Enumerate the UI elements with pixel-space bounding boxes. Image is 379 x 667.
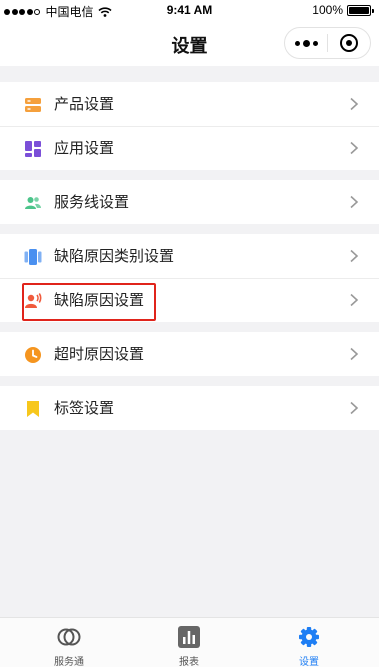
settings-item-label: 应用设置 [54,140,115,157]
clock-icon [25,347,41,363]
tab-label: 设置 [299,657,319,667]
bookmark-icon [27,401,39,417]
chevron-right-icon [350,97,359,111]
chevron-right-icon [350,141,359,155]
close-button[interactable] [328,28,370,58]
mini-program-capsule [284,27,371,59]
settings-item-label: 超时原因设置 [54,346,145,363]
chevron-right-icon [350,401,359,415]
settings-item-label: 服务线设置 [54,194,130,211]
settings-group-timeout: 超时原因设置 [0,332,379,376]
settings-item-timeout-reason[interactable]: 超时原因设置 [0,332,379,376]
chevron-right-icon [350,249,359,263]
settings-group-product: 产品设置 应用设置 [0,82,379,170]
battery-percent: 100% [312,3,343,17]
category-icon [24,249,42,265]
settings-group-tag: 标签设置 [0,386,379,430]
settings-item-tag[interactable]: 标签设置 [0,386,379,430]
tab-label: 报表 [179,657,199,667]
tab-settings[interactable]: 设置 [246,618,372,667]
tab-service[interactable]: 服务通 [6,618,132,667]
highlight-box [22,283,156,321]
product-icon [25,98,41,112]
tab-label: 服务通 [54,657,84,667]
status-bar: 中国电信 9:41 AM 100% [0,0,379,20]
settings-item-product[interactable]: 产品设置 [0,82,379,126]
gear-icon [299,627,319,647]
settings-item-defect-category[interactable]: 缺陷原因类别设置 [0,234,379,278]
settings-group-service: 服务线设置 [0,180,379,224]
tab-bar: 服务通 报表 设置 [0,617,379,667]
users-icon [25,197,41,209]
chart-icon [178,626,200,648]
settings-item-label: 产品设置 [54,96,115,113]
tab-report[interactable]: 报表 [126,618,252,667]
chevron-right-icon [350,293,359,307]
app-grid-icon [25,141,41,157]
settings-item-service-line[interactable]: 服务线设置 [0,180,379,224]
nav-bar: 设置 [0,20,379,66]
more-button[interactable] [285,28,327,58]
chevron-right-icon [350,195,359,209]
battery-icon [347,4,374,16]
service-icon [57,628,81,646]
settings-item-label: 标签设置 [54,400,115,417]
battery-area: 100% [312,3,374,17]
settings-item-app[interactable]: 应用设置 [0,126,379,170]
target-icon [340,34,358,52]
chevron-right-icon [350,347,359,361]
settings-item-label: 缺陷原因类别设置 [54,248,175,265]
